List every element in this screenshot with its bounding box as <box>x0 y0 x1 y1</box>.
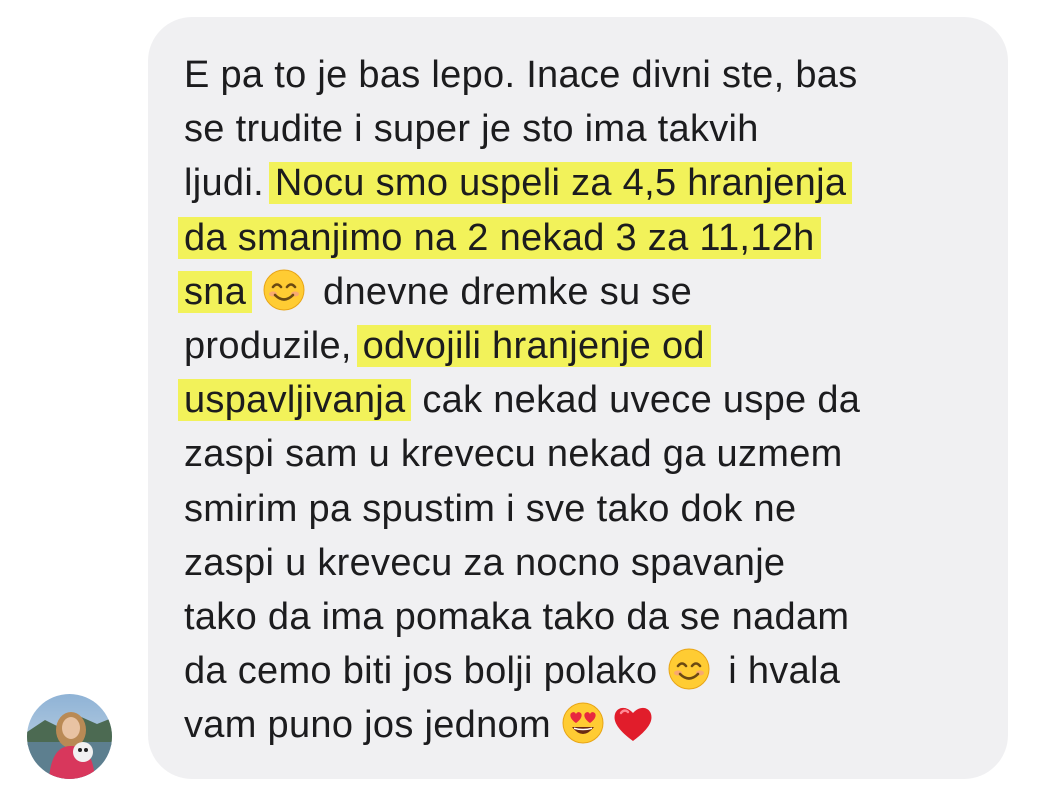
smiling-face-icon <box>668 648 710 690</box>
line-text: se trudite i super je sto ima takvih <box>184 108 759 151</box>
line-text: produzile, <box>184 324 363 367</box>
message-line: produzile, odvojili hranjenje od <box>184 319 984 373</box>
message-line: zaspi u krevecu za nocno spavanje <box>184 536 984 590</box>
line-text: cak nekad uvece uspe da <box>411 379 861 422</box>
highlighted-text: Nocu smo uspeli za 4,5 hranjenja <box>268 162 853 205</box>
highlighted-text: uspavljivanja <box>178 379 412 422</box>
message-line: zaspi sam u krevecu nekad ga uzmem <box>184 427 984 481</box>
line-text: dnevne dremke su se <box>312 270 693 313</box>
avatar-photo <box>27 694 112 779</box>
heart-eyes-icon <box>562 702 604 744</box>
line-text: i hvala <box>717 650 841 693</box>
message-line: smirim pa spustim i sve tako dok ne <box>184 482 984 536</box>
message-line: E pa to je bas lepo. Inace divni ste, ba… <box>184 48 984 102</box>
line-text: tako da ima pomaka tako da se nadam <box>184 595 850 638</box>
red-heart-icon <box>614 708 652 742</box>
message-line: se trudite i super je sto ima takvih <box>184 102 984 156</box>
message-line: da smanjimo na 2 nekad 3 za 11,12h <box>178 211 984 265</box>
line-text: E pa to je bas lepo. Inace divni ste, ba… <box>184 54 858 96</box>
smiling-face-icon <box>263 269 305 311</box>
line-text: ljudi. <box>184 162 275 205</box>
line-text: smirim pa spustim i sve tako dok ne <box>184 487 797 530</box>
message-line: uspavljivanja cak nekad uvece uspe da <box>178 373 984 427</box>
sender-avatar[interactable] <box>27 694 112 779</box>
line-text: zaspi u krevecu za nocno spavanje <box>184 541 786 584</box>
line-text: zaspi sam u krevecu nekad ga uzmem <box>184 433 843 476</box>
message-text: E pa to je bas lepo. Inace divni ste, ba… <box>178 48 984 752</box>
message-line: tako da ima pomaka tako da se nadam <box>184 590 984 644</box>
message-line: da cemo biti jos bolji polako i hvala <box>184 644 984 698</box>
message-line: vam puno jos jednom <box>184 698 984 752</box>
highlighted-text: odvojili hranjenje od <box>356 324 711 367</box>
chat-view: E pa to je bas lepo. Inace divni ste, ba… <box>0 0 1040 796</box>
message-line: ljudi. Nocu smo uspeli za 4,5 hranjenja <box>184 156 984 210</box>
highlighted-text: sna <box>178 270 253 313</box>
message-line: sna dnevne dremke su se <box>178 265 984 319</box>
line-text: vam puno jos jednom <box>184 704 551 747</box>
highlighted-text: da smanjimo na 2 nekad 3 za 11,12h <box>178 216 821 259</box>
line-text: da cemo biti jos bolji polako <box>184 650 658 693</box>
